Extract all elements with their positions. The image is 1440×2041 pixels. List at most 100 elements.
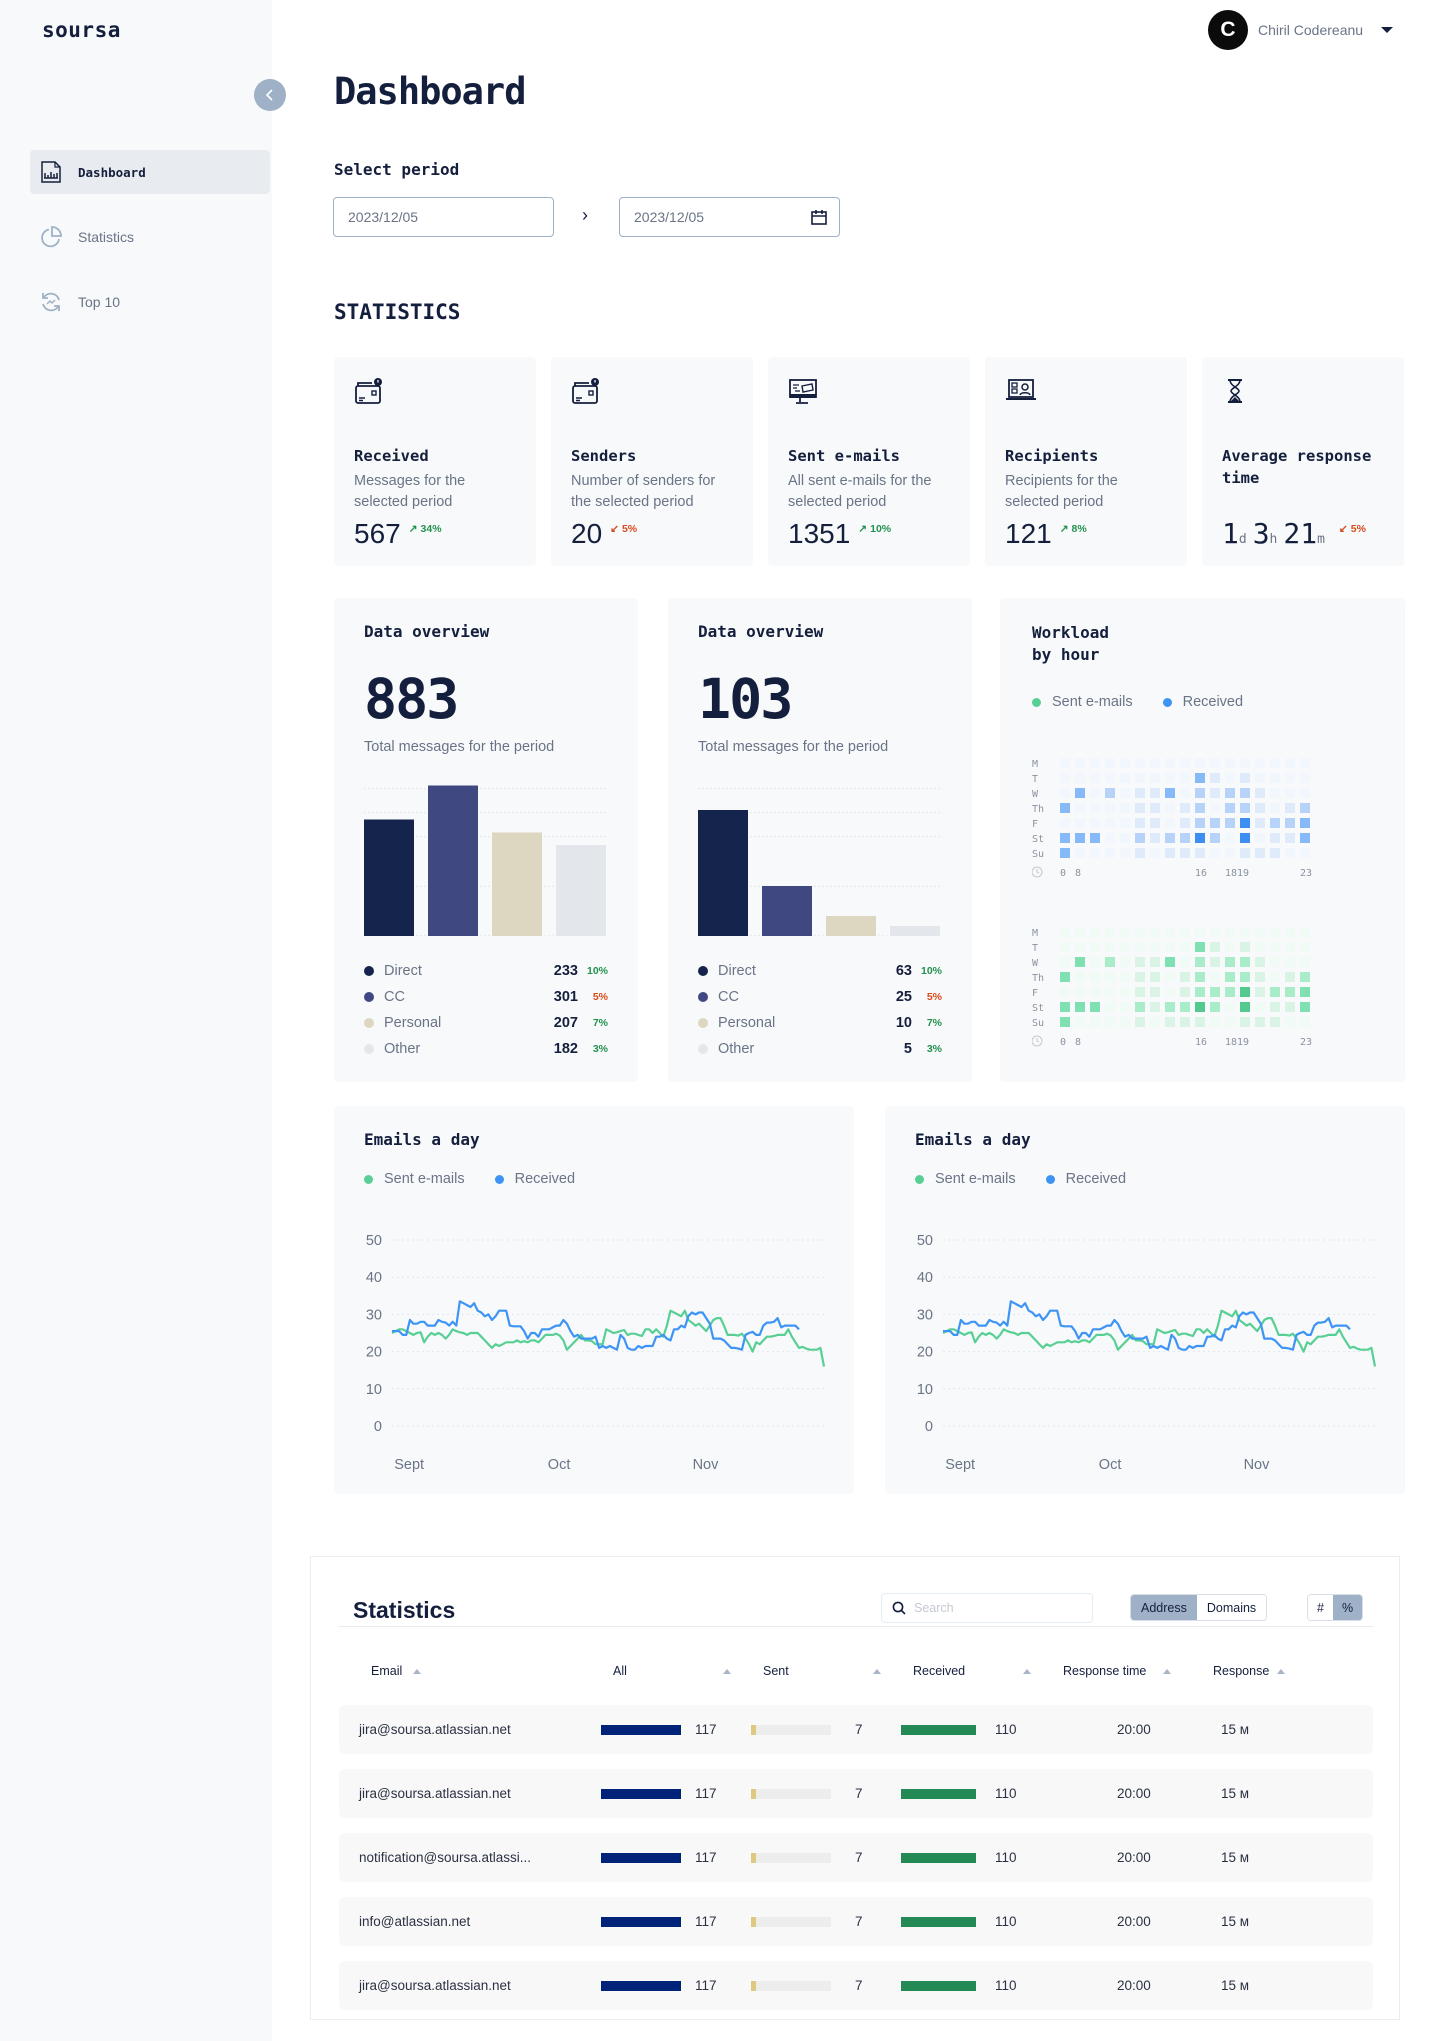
- series-line-received[interactable]: [943, 1300, 1351, 1351]
- heatmap-cell[interactable]: [1300, 788, 1310, 798]
- date-from-input[interactable]: 2023/12/05: [333, 197, 554, 237]
- heatmap-cell[interactable]: [1300, 818, 1310, 828]
- heatmap-cell[interactable]: [1300, 848, 1310, 858]
- heatmap-cell[interactable]: [1240, 818, 1250, 828]
- heatmap-cell[interactable]: [1195, 803, 1205, 813]
- heatmap-cell[interactable]: [1090, 927, 1100, 937]
- heatmap-cell[interactable]: [1270, 1002, 1280, 1012]
- heatmap-cell[interactable]: [1180, 758, 1190, 768]
- heatmap-cell[interactable]: [1060, 788, 1070, 798]
- heatmap-cell[interactable]: [1060, 927, 1070, 937]
- heatmap-cell[interactable]: [1285, 972, 1295, 982]
- heatmap-cell[interactable]: [1150, 773, 1160, 783]
- toggle-domains[interactable]: Domains: [1196, 1595, 1267, 1620]
- heatmap-cell[interactable]: [1060, 957, 1070, 967]
- heatmap-cell[interactable]: [1120, 758, 1130, 768]
- heatmap-cell[interactable]: [1195, 1002, 1205, 1012]
- heatmap-cell[interactable]: [1060, 972, 1070, 982]
- heatmap-cell[interactable]: [1285, 1002, 1295, 1012]
- heatmap-cell[interactable]: [1165, 803, 1175, 813]
- heatmap-cell[interactable]: [1210, 773, 1220, 783]
- heatmap-cell[interactable]: [1240, 848, 1250, 858]
- heatmap-cell[interactable]: [1210, 957, 1220, 967]
- heatmap-cell[interactable]: [1060, 818, 1070, 828]
- heatmap-cell[interactable]: [1240, 1002, 1250, 1012]
- heatmap-cell[interactable]: [1075, 942, 1085, 952]
- heatmap-cell[interactable]: [1150, 987, 1160, 997]
- heatmap-cell[interactable]: [1180, 818, 1190, 828]
- heatmap-cell[interactable]: [1270, 758, 1280, 768]
- table-row[interactable]: jira@soursa.atlassian.net 117 7 110 20:00 15 …: [339, 1705, 1373, 1754]
- heatmap-cell[interactable]: [1090, 773, 1100, 783]
- heatmap-cell[interactable]: [1120, 848, 1130, 858]
- heatmap-cell[interactable]: [1120, 987, 1130, 997]
- heatmap-cell[interactable]: [1240, 1017, 1250, 1027]
- heatmap-cell[interactable]: [1105, 972, 1115, 982]
- heatmap-cell[interactable]: [1210, 972, 1220, 982]
- heatmap-cell[interactable]: [1105, 773, 1115, 783]
- heatmap-cell[interactable]: [1120, 803, 1130, 813]
- heatmap-cell[interactable]: [1075, 1017, 1085, 1027]
- legend-sent[interactable]: Sent e-mails: [915, 1171, 1016, 1187]
- table-row[interactable]: jira@soursa.atlassian.net 117 7 110 20:00 15 …: [339, 1961, 1373, 2010]
- table-row[interactable]: jira@soursa.atlassian.net 117 7 110 20:00 15 …: [339, 1769, 1373, 1818]
- heatmap-cell[interactable]: [1240, 758, 1250, 768]
- toggle-count[interactable]: #: [1308, 1595, 1333, 1620]
- heatmap-cell[interactable]: [1270, 788, 1280, 798]
- heatmap-cell[interactable]: [1135, 803, 1145, 813]
- heatmap-cell[interactable]: [1165, 788, 1175, 798]
- heatmap-cell[interactable]: [1195, 987, 1205, 997]
- heatmap-cell[interactable]: [1150, 758, 1160, 768]
- search-box[interactable]: [881, 1593, 1093, 1623]
- heatmap-cell[interactable]: [1210, 1002, 1220, 1012]
- heatmap-cell[interactable]: [1255, 818, 1265, 828]
- heatmap-cell[interactable]: [1165, 972, 1175, 982]
- heatmap-cell[interactable]: [1285, 1017, 1295, 1027]
- heatmap-cell[interactable]: [1195, 773, 1205, 783]
- heatmap-cell[interactable]: [1210, 758, 1220, 768]
- heatmap-cell[interactable]: [1060, 1017, 1070, 1027]
- heatmap-cell[interactable]: [1285, 773, 1295, 783]
- heatmap-cell[interactable]: [1090, 957, 1100, 967]
- heatmap-cell[interactable]: [1300, 927, 1310, 937]
- sidebar-item-dashboard[interactable]: Dashboard: [30, 150, 270, 194]
- heatmap-cell[interactable]: [1180, 833, 1190, 843]
- column-response-time[interactable]: Response time: [1063, 1664, 1172, 1678]
- heatmap-cell[interactable]: [1255, 758, 1265, 768]
- heatmap-cell[interactable]: [1210, 942, 1220, 952]
- heatmap-cell[interactable]: [1120, 942, 1130, 952]
- heatmap-cell[interactable]: [1210, 833, 1220, 843]
- heatmap-cell[interactable]: [1225, 803, 1235, 813]
- sidebar-item-statistics[interactable]: Statistics: [30, 215, 270, 259]
- heatmap-cell[interactable]: [1270, 773, 1280, 783]
- heatmap-cell[interactable]: [1150, 1002, 1160, 1012]
- heatmap-cell[interactable]: [1240, 942, 1250, 952]
- heatmap-cell[interactable]: [1090, 818, 1100, 828]
- heatmap-cell[interactable]: [1195, 927, 1205, 937]
- heatmap-cell[interactable]: [1225, 972, 1235, 982]
- heatmap-cell[interactable]: [1075, 818, 1085, 828]
- heatmap-cell[interactable]: [1120, 833, 1130, 843]
- heatmap-cell[interactable]: [1240, 833, 1250, 843]
- heatmap-cell[interactable]: [1255, 942, 1265, 952]
- heatmap-cell[interactable]: [1210, 987, 1220, 997]
- heatmap-cell[interactable]: [1150, 972, 1160, 982]
- heatmap-cell[interactable]: [1255, 972, 1265, 982]
- heatmap-cell[interactable]: [1060, 848, 1070, 858]
- heatmap-cell[interactable]: [1120, 1017, 1130, 1027]
- heatmap-cell[interactable]: [1225, 758, 1235, 768]
- column-sent[interactable]: Sent: [763, 1664, 881, 1678]
- heatmap-cell[interactable]: [1195, 972, 1205, 982]
- heatmap-cell[interactable]: [1135, 972, 1145, 982]
- heatmap-cell[interactable]: [1240, 987, 1250, 997]
- heatmap-cell[interactable]: [1300, 972, 1310, 982]
- heatmap-cell[interactable]: [1105, 927, 1115, 937]
- heatmap-cell[interactable]: [1240, 972, 1250, 982]
- heatmap-cell[interactable]: [1210, 818, 1220, 828]
- heatmap-cell[interactable]: [1090, 803, 1100, 813]
- heatmap-cell[interactable]: [1105, 1017, 1115, 1027]
- heatmap-cell[interactable]: [1180, 942, 1190, 952]
- heatmap-cell[interactable]: [1300, 987, 1310, 997]
- heatmap-cell[interactable]: [1105, 818, 1115, 828]
- heatmap-cell[interactable]: [1105, 758, 1115, 768]
